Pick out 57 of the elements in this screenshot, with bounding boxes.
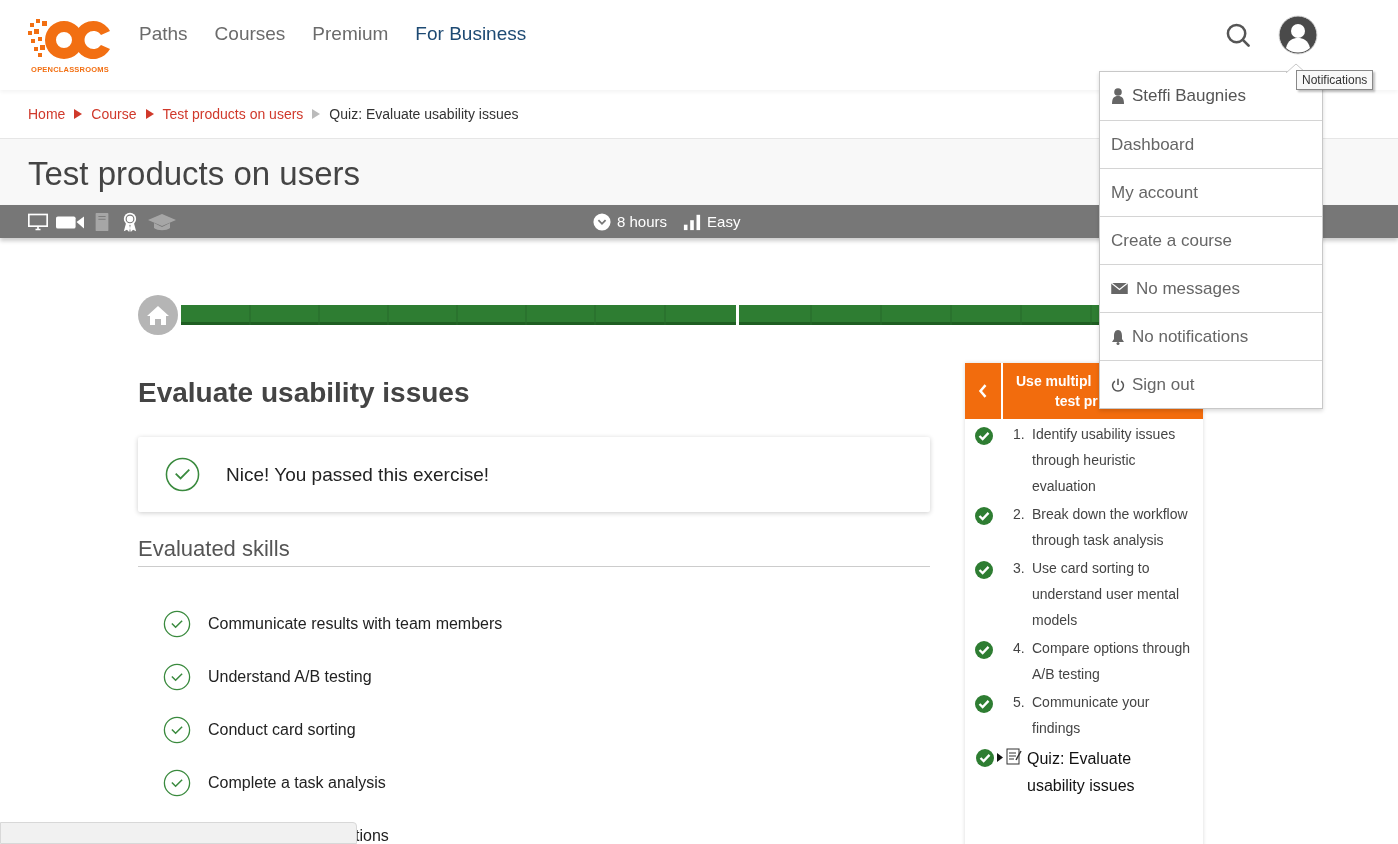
difficulty-text: Easy xyxy=(707,213,741,230)
skill-label: Conduct card sorting xyxy=(208,720,356,739)
breadcrumb-link[interactable]: Test products on users xyxy=(162,106,304,122)
panel-title-line: test pr xyxy=(1054,392,1098,411)
result-message: Nice! You passed this exercise! xyxy=(226,463,489,486)
chapter-link[interactable]: Compare options through A/B testing xyxy=(1032,635,1190,687)
course-title: Test products on users xyxy=(28,155,360,193)
check-circle-icon xyxy=(163,715,191,744)
menu-item[interactable]: Dashboard xyxy=(1100,120,1322,168)
separator-icon xyxy=(145,109,154,119)
tooltip: Notifications xyxy=(1296,70,1374,90)
check-circle-icon xyxy=(163,609,191,638)
nav-link[interactable]: Courses xyxy=(214,23,286,45)
menu-item[interactable]: No notifications xyxy=(1100,312,1322,360)
power-icon xyxy=(1111,376,1125,393)
check-circle-icon xyxy=(165,457,200,492)
nav-link[interactable]: For Business xyxy=(415,23,527,45)
chapter-number: 2. xyxy=(1013,505,1026,524)
check-circle-icon xyxy=(163,662,191,691)
chapter-number: 4. xyxy=(1013,639,1026,658)
nav-link[interactable]: Premium xyxy=(312,23,389,45)
menu-item[interactable]: No messages xyxy=(1100,264,1322,312)
chevron-left-icon xyxy=(978,383,988,399)
quiz-title: Evaluate usability issues xyxy=(138,377,471,409)
bell-icon xyxy=(1111,328,1125,345)
chapter-link[interactable]: Break down the workflow through task analysis xyxy=(1032,501,1190,553)
chapter-number: 1. xyxy=(1013,425,1026,444)
nav-link[interactable]: Paths xyxy=(139,23,188,45)
breadcrumb-link[interactable]: Home xyxy=(28,106,66,122)
menu-item[interactable]: Create a course xyxy=(1100,216,1322,264)
skills-heading: Evaluated skills xyxy=(138,536,930,567)
chapter-link[interactable]: Identify usability issues through heuristic evaluation xyxy=(1032,421,1190,499)
person-icon xyxy=(1111,88,1125,104)
separator-icon xyxy=(74,109,83,119)
chapter-link[interactable]: Communicate your findings xyxy=(1032,689,1190,741)
check-circle-icon xyxy=(163,768,191,797)
chapter-number: 5. xyxy=(1013,693,1026,712)
skill-label: Understand A/B testing xyxy=(208,667,372,686)
panel-title-line: Use multipl xyxy=(1015,372,1093,391)
separator-icon xyxy=(312,109,321,119)
duration-text: 8 hours xyxy=(617,213,668,230)
avatar-icon[interactable] xyxy=(1278,15,1318,55)
clock-chevron-icon xyxy=(593,212,611,231)
menu-item[interactable]: Sign out xyxy=(1100,360,1322,408)
notepad-icon xyxy=(1006,747,1022,765)
breadcrumb-link[interactable]: Course xyxy=(91,106,137,122)
quiz-link[interactable]: Quiz: Evaluate usability issues xyxy=(1027,745,1177,799)
difficulty-bars-icon xyxy=(683,212,702,231)
skill-label: Complete a task analysis xyxy=(208,773,386,792)
skill-label: Communicate results with team members xyxy=(208,614,503,633)
search-icon[interactable] xyxy=(1226,22,1251,48)
chapter-link[interactable]: Use card sorting to understand user mental models xyxy=(1032,555,1190,633)
chapter-number: 3. xyxy=(1013,559,1026,578)
menu-item[interactable]: My account xyxy=(1100,168,1322,216)
triangle-icon xyxy=(997,753,1003,762)
breadcrumb-current: Quiz: Evaluate usability issues xyxy=(329,106,519,122)
envelope-icon xyxy=(1111,283,1128,294)
